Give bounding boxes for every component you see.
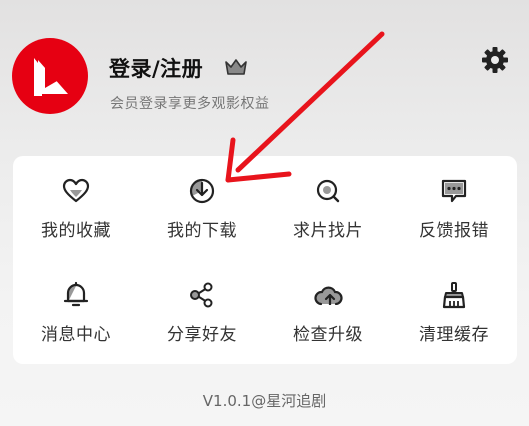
download-icon bbox=[189, 178, 215, 204]
menu-item-label: 我的下载 bbox=[167, 221, 237, 241]
heart-icon bbox=[62, 178, 90, 203]
menu-item-favorites[interactable]: 我的收藏 bbox=[13, 156, 139, 260]
menu-item-clear-cache[interactable]: 清理缓存 bbox=[391, 260, 517, 364]
upload-cloud-icon bbox=[314, 286, 343, 307]
menu-card: 我的收藏 我的下载 求片找片 反馈报错 消息中心 分享好友 检查升级 清理缓存 bbox=[13, 156, 517, 364]
feedback-icon bbox=[441, 179, 467, 203]
menu-item-downloads[interactable]: 我的下载 bbox=[139, 156, 265, 260]
menu-item-label: 消息中心 bbox=[41, 325, 111, 345]
bell-icon bbox=[63, 281, 89, 307]
menu-item-label: 求片找片 bbox=[293, 221, 363, 241]
share-icon bbox=[190, 282, 213, 308]
member-subtitle: 会员登录享更多观影权益 bbox=[110, 96, 270, 112]
crown-icon bbox=[225, 59, 247, 75]
menu-item-label: 清理缓存 bbox=[419, 325, 489, 345]
menu-item-label: 分享好友 bbox=[167, 325, 237, 345]
menu-item-messages[interactable]: 消息中心 bbox=[13, 260, 139, 364]
menu-item-update[interactable]: 检查升级 bbox=[265, 260, 391, 364]
app-logo[interactable] bbox=[12, 38, 88, 114]
play-logo-icon bbox=[34, 58, 68, 96]
menu-item-feedback[interactable]: 反馈报错 bbox=[391, 156, 517, 260]
menu-item-label: 反馈报错 bbox=[419, 221, 489, 241]
menu-item-request[interactable]: 求片找片 bbox=[265, 156, 391, 260]
menu-item-label: 检查升级 bbox=[293, 325, 363, 345]
gear-icon[interactable] bbox=[480, 45, 510, 75]
broom-icon bbox=[442, 282, 466, 309]
search-icon bbox=[316, 179, 340, 203]
menu-item-share[interactable]: 分享好友 bbox=[139, 260, 265, 364]
login-register-title[interactable]: 登录/注册 bbox=[109, 55, 203, 83]
menu-item-label: 我的收藏 bbox=[41, 221, 111, 241]
version-label: V1.0.1@星河追剧 bbox=[202, 392, 327, 410]
